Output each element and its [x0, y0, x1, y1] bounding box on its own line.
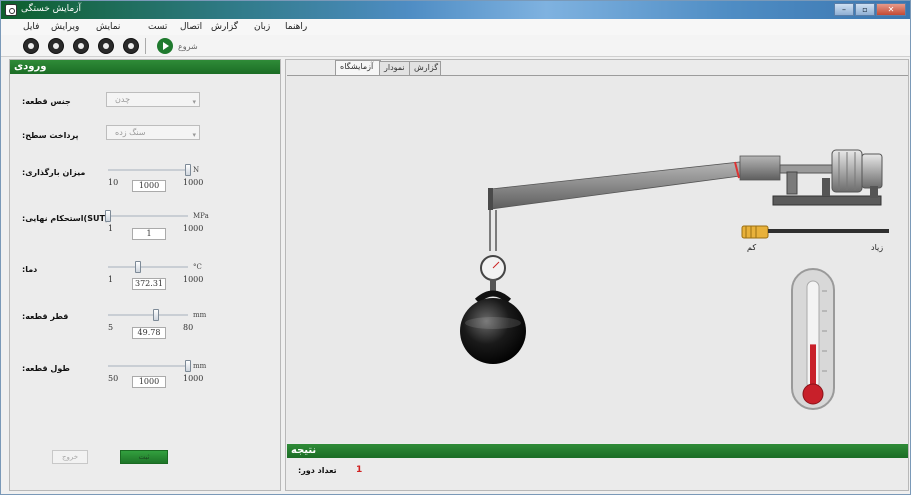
temp-input[interactable]: 372.31: [132, 278, 166, 290]
record-icon[interactable]: [23, 38, 39, 54]
length-min: 50: [108, 374, 119, 383]
sut-min: 1: [108, 224, 114, 233]
close-button[interactable]: ✕: [876, 3, 906, 16]
slider-track: [108, 169, 188, 171]
finish-select[interactable]: سنگ زده ▾: [106, 125, 200, 140]
exit-button[interactable]: خروج: [52, 450, 88, 464]
minimize-button[interactable]: –: [834, 3, 854, 16]
slider-thumb[interactable]: [185, 164, 191, 176]
menu-bar: فایل ویرایش نمایش تست اتصال گزارش زبان ر…: [1, 19, 910, 35]
input-panel-title: ورودی: [10, 60, 280, 74]
chevron-down-icon: ▾: [192, 131, 196, 139]
material-select[interactable]: چدن ▾: [106, 92, 200, 107]
length-label: :طول قطعه: [22, 364, 70, 373]
window-controls: – ▫ ✕: [834, 3, 906, 16]
app-window: آزمایش خستگی – ▫ ✕ فایل ویرایش نمایش تست…: [0, 0, 911, 495]
temp-slider[interactable]: [108, 260, 188, 274]
start-icon[interactable]: [157, 38, 173, 54]
slider-thumb[interactable]: [153, 309, 159, 321]
temp-label: :دما: [22, 265, 38, 274]
tab-report[interactable]: گزارش: [409, 61, 441, 75]
info-icon[interactable]: [123, 38, 139, 54]
diameter-max: 80: [183, 323, 194, 332]
material-label: :جنس قطعه: [22, 97, 71, 106]
length-input[interactable]: 1000: [132, 376, 166, 388]
save-icon[interactable]: [73, 38, 89, 54]
specimen-shaft: [488, 155, 781, 210]
maximize-button[interactable]: ▫: [855, 3, 875, 16]
speed-high-label: زیاد: [871, 243, 884, 252]
length-unit: mm: [193, 362, 207, 370]
load-unit: N: [193, 166, 200, 174]
menu-view[interactable]: نمایش: [96, 22, 120, 32]
sut-input[interactable]: 1: [132, 228, 166, 240]
menu-help[interactable]: راهنما: [285, 22, 307, 32]
lab-scene: کم زیاد: [287, 75, 908, 443]
chevron-down-icon: ▾: [192, 98, 196, 106]
result-title: نتیجه: [287, 444, 908, 458]
thermometer-icon: [791, 268, 835, 410]
sut-slider[interactable]: [105, 209, 188, 223]
stop-icon[interactable]: [48, 38, 64, 54]
slider-thumb[interactable]: [134, 261, 141, 273]
slider-track: [108, 215, 188, 217]
slider-thumb[interactable]: [105, 210, 111, 222]
length-slider[interactable]: [108, 359, 191, 373]
slider-track: [108, 365, 188, 367]
menu-edit[interactable]: ویرایش: [51, 22, 79, 32]
material-value: چدن: [115, 95, 131, 104]
diameter-min: 5: [108, 323, 114, 332]
test-rig-illustration: [460, 149, 889, 410]
sut-label: :استحکام نهایی(SUT): [22, 214, 109, 223]
diameter-slider[interactable]: [108, 308, 188, 322]
load-label: :میزان بارگذاری: [22, 168, 86, 177]
slider-track: [108, 314, 188, 316]
toolbar-separator: [145, 38, 146, 54]
load-max: 1000: [183, 178, 204, 187]
menu-connect[interactable]: اتصال: [180, 22, 202, 32]
motor-icon: [772, 149, 883, 206]
window-title: آزمایش خستگی: [21, 4, 82, 14]
input-panel: ورودی :جنس قطعه چدن ▾ :پرداخت سطح سنگ زد…: [9, 59, 281, 491]
start-label[interactable]: شروع: [178, 42, 198, 51]
diameter-label: :قطر قطعه: [22, 312, 69, 321]
title-bar: آزمایش خستگی – ▫ ✕: [1, 1, 910, 19]
sut-max: 1000: [183, 224, 204, 233]
load-input[interactable]: 1000: [132, 180, 166, 192]
menu-file[interactable]: فایل: [23, 22, 39, 32]
finish-label: :پرداخت سطح: [22, 131, 79, 140]
temp-unit: °C: [193, 263, 202, 271]
menu-language[interactable]: زبان: [254, 22, 270, 32]
diameter-unit: mm: [193, 311, 207, 319]
slider-track: [108, 266, 188, 268]
main-panel: آزمایشگاه نمودار گزارش کم زیاد نتیجه:تع…: [285, 59, 909, 491]
sut-unit: MPa: [193, 212, 209, 220]
speed-low-label: کم: [747, 243, 757, 252]
menu-report[interactable]: گزارش: [211, 22, 238, 32]
length-max: 1000: [183, 374, 204, 383]
app-icon: [5, 4, 17, 16]
tab-chart[interactable]: نمودار: [379, 61, 411, 75]
finish-value: سنگ زده: [115, 128, 146, 137]
load-min: 10: [108, 178, 119, 187]
temp-min: 1: [108, 275, 114, 284]
load-slider[interactable]: [108, 163, 191, 177]
cycles-label: :تعداد دور: [298, 466, 337, 475]
load-hanger: [460, 210, 526, 364]
submit-button[interactable]: ثبت: [120, 450, 168, 464]
speed-scale: [741, 225, 889, 239]
slider-thumb[interactable]: [185, 360, 191, 372]
diameter-input[interactable]: 49.78: [132, 327, 166, 339]
print-icon[interactable]: [98, 38, 114, 54]
tab-lab[interactable]: آزمایشگاه: [335, 60, 381, 75]
temp-max: 1000: [183, 275, 204, 284]
toolbar: شروع: [1, 35, 910, 57]
cycles-value: 1: [356, 465, 363, 475]
menu-test[interactable]: تست: [148, 22, 167, 32]
